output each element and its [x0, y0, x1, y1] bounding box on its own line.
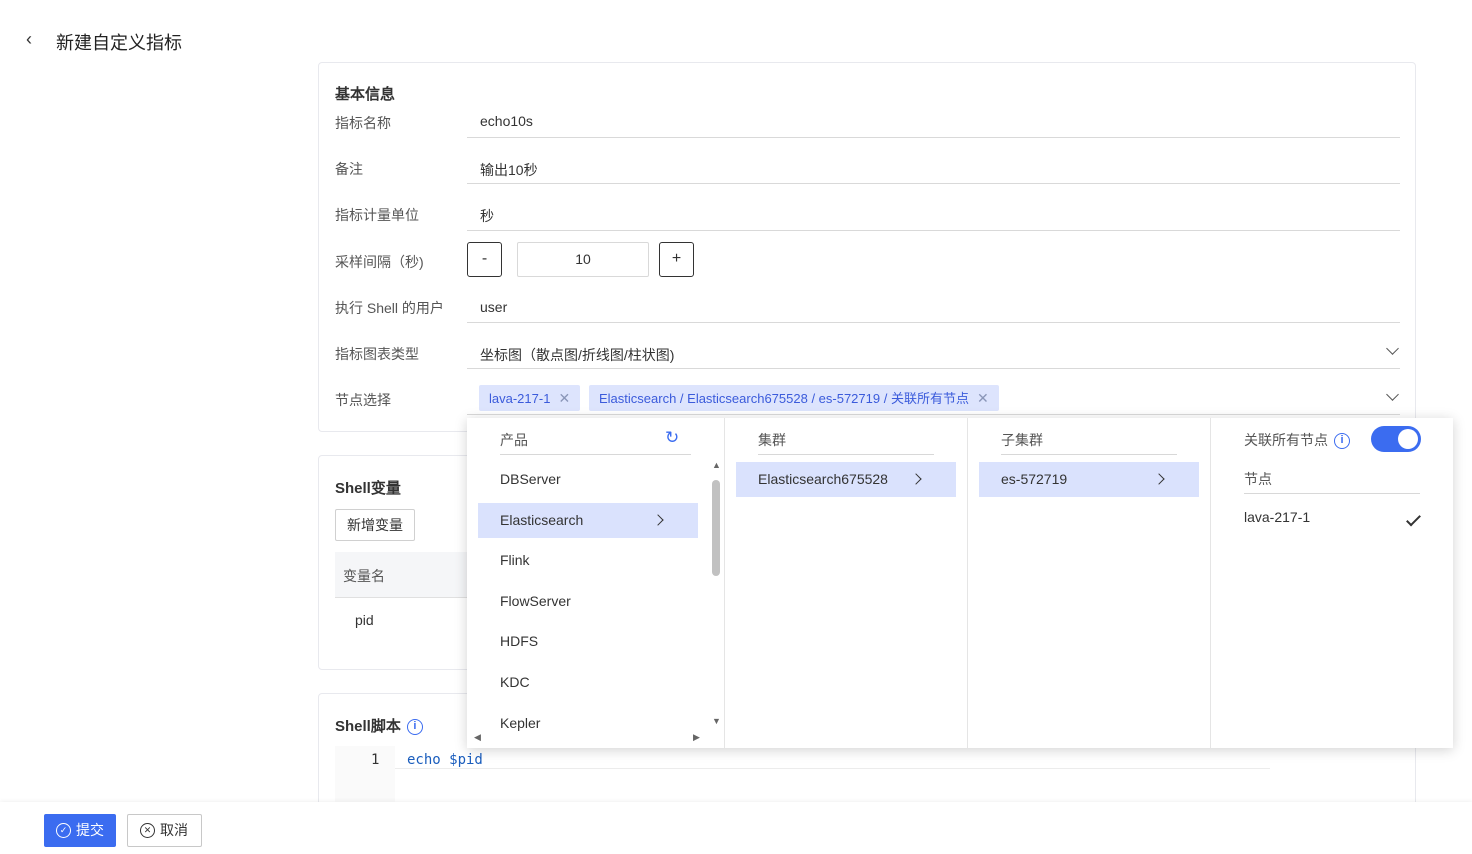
product-column-header: 产品 [500, 432, 528, 448]
scroll-right-icon[interactable]: ▶ [693, 732, 700, 743]
cluster-column: 集群 Elasticsearch675528 [725, 418, 968, 748]
cancel-button[interactable]: ✕ 取消 [127, 814, 202, 847]
chevron-down-icon[interactable] [1386, 342, 1399, 355]
submit-label: 提交 [76, 822, 104, 838]
subcluster-header-line [1001, 454, 1177, 455]
node-select-label: 节点选择 [335, 392, 391, 408]
product-column: 产品 ↻ DBServer Elasticsearch Flink FlowSe… [467, 418, 725, 748]
subcluster-column: 子集群 es-572719 [968, 418, 1211, 748]
node-cascader-panel: 产品 ↻ DBServer Elasticsearch Flink FlowSe… [467, 418, 1453, 748]
cluster-header-line [758, 454, 934, 455]
metric-name-underline [467, 137, 1400, 138]
table-cell: pid [355, 612, 374, 628]
cluster-item-label: Elasticsearch675528 [758, 471, 888, 487]
chevron-right-icon [1153, 473, 1165, 485]
chevron-right-icon [652, 514, 664, 526]
chart-type-label: 指标图表类型 [335, 346, 419, 362]
node-column-header: 节点 [1244, 471, 1272, 487]
check-icon [1406, 511, 1421, 527]
submit-button[interactable]: ✓ 提交 [44, 814, 116, 847]
product-item[interactable]: Flink [478, 543, 698, 578]
interval-increment-button[interactable]: + [659, 242, 694, 277]
check-circle-icon: ✓ [56, 822, 71, 838]
basic-info-card: 基本信息 指标名称 echo10s 备注 输出10秒 指标计量单位 秒 采样间隔… [318, 62, 1416, 432]
refresh-icon[interactable]: ↻ [665, 428, 679, 448]
link-all-nodes-text: 关联所有节点 [1244, 432, 1328, 448]
product-header-line [500, 454, 691, 455]
page-title: 新建自定义指标 [56, 33, 182, 53]
shell-vars-title: Shell变量 [335, 480, 401, 497]
product-item[interactable]: Kepler [478, 706, 698, 741]
node-tag-label: lava-217-1 [489, 391, 551, 406]
shell-user-label: 执行 Shell 的用户 [335, 300, 444, 316]
info-icon[interactable]: i [406, 719, 423, 736]
remark-label: 备注 [335, 161, 363, 177]
node-header-line [1244, 493, 1420, 494]
shell-script-title-text: Shell脚本 [335, 718, 401, 735]
scroll-up-icon[interactable]: ▲ [712, 460, 721, 470]
cancel-label: 取消 [160, 822, 188, 838]
node-tag[interactable]: Elasticsearch / Elasticsearch675528 / es… [589, 385, 999, 411]
product-item[interactable]: DBServer [478, 462, 698, 497]
scroll-left-icon[interactable]: ◀ [474, 732, 481, 743]
info-icon[interactable]: i [1334, 433, 1350, 450]
close-icon[interactable]: ✕ [558, 390, 570, 406]
column-header-var-name: 变量名 [343, 568, 385, 584]
close-circle-icon: ✕ [140, 822, 155, 838]
subcluster-item[interactable]: es-572719 [979, 462, 1199, 497]
chart-type-underline [467, 368, 1400, 369]
chevron-right-icon [910, 473, 922, 485]
product-item[interactable]: KDC [478, 665, 698, 700]
unit-underline [467, 230, 1400, 231]
remark-underline [467, 183, 1400, 184]
node-select-underline [467, 414, 1400, 415]
interval-input[interactable]: 10 [517, 242, 649, 277]
interval-decrement-button[interactable]: - [467, 242, 502, 277]
subcluster-column-header: 子集群 [1001, 432, 1043, 448]
node-tag-label: Elasticsearch / Elasticsearch675528 / es… [599, 391, 969, 406]
unit-input[interactable]: 秒 [480, 206, 494, 226]
product-item[interactable]: HDFS [478, 624, 698, 659]
product-item-label: Elasticsearch [500, 512, 584, 528]
unit-label: 指标计量单位 [335, 207, 419, 223]
interval-label: 采样间隔（秒) [335, 254, 424, 270]
subcluster-item-label: es-572719 [1001, 471, 1068, 487]
remark-input[interactable]: 输出10秒 [480, 160, 538, 180]
shell-user-input[interactable]: user [480, 299, 507, 315]
node-item[interactable]: lava-217-1 [1244, 509, 1310, 525]
product-item[interactable]: Elasticsearch [478, 503, 698, 538]
line-number: 1 [371, 752, 380, 768]
basic-info-title: 基本信息 [335, 86, 396, 103]
add-variable-button[interactable]: 新增变量 [335, 509, 415, 541]
metric-name-label: 指标名称 [335, 115, 391, 131]
vertical-scrollbar[interactable]: ▲ ▼ [710, 460, 722, 730]
code-line[interactable]: echo $pid [407, 752, 483, 768]
node-tag[interactable]: lava-217-1 ✕ [479, 385, 581, 411]
shell-script-title: Shell脚本 i [335, 715, 423, 736]
chevron-down-icon[interactable] [1386, 388, 1399, 401]
chevron-left-icon[interactable]: ‹ [26, 29, 32, 50]
cluster-column-header: 集群 [758, 432, 786, 448]
chart-type-select[interactable]: 坐标图（散点图/折线图/柱状图) [480, 345, 674, 365]
shell-user-underline [467, 322, 1400, 323]
link-all-nodes-label: 关联所有节点 i [1244, 430, 1350, 450]
close-icon[interactable]: ✕ [977, 390, 989, 406]
cluster-item[interactable]: Elasticsearch675528 [736, 462, 956, 497]
scrollbar-thumb[interactable] [712, 480, 720, 576]
node-column: 关联所有节点 i 节点 lava-217-1 [1211, 418, 1453, 748]
link-all-nodes-switch[interactable] [1371, 426, 1421, 452]
metric-name-input[interactable]: echo10s [480, 113, 533, 129]
footer-bar: ✓ 提交 ✕ 取消 [0, 802, 1472, 854]
scroll-down-icon[interactable]: ▼ [712, 716, 721, 726]
current-line-highlight [395, 768, 1270, 769]
product-item[interactable]: FlowServer [478, 584, 698, 619]
